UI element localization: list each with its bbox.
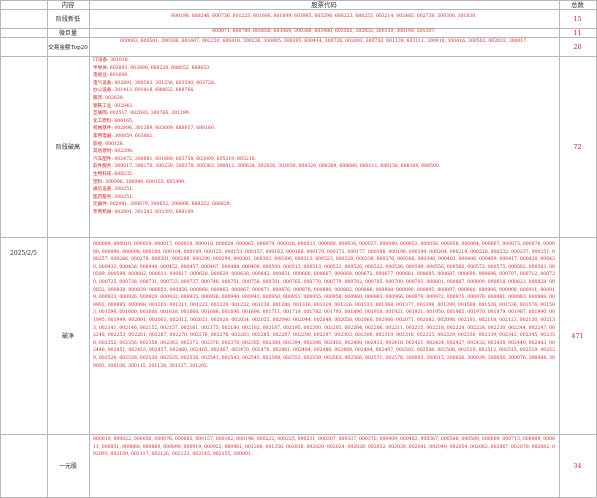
sector-line: 电视业: 601606. <box>93 73 129 79</box>
sector-line: 专用机械: 002891, 301242, 603393, 688100. <box>93 209 195 215</box>
sector-line: 服饰: 002630. <box>93 95 125 101</box>
row-label-one-yuan: 一元股 <box>58 463 77 470</box>
grid-line <box>89 0 90 498</box>
row-codes-stage-low: 600198, 600246, 600736, 601225, 601666, … <box>171 14 477 19</box>
row-label-stage-low: 阶段新低 <box>55 16 80 23</box>
row-codes-giant-volume: 600071, 600789, 603856, 603069, 300306, … <box>212 29 436 34</box>
sector-line: IT设备: 301018. <box>93 58 130 63</box>
sector-line: 化工原料: 600165. <box>93 118 134 124</box>
sector-line: 影视: 600128. <box>93 141 125 147</box>
row-total-giant-volume: 11 <box>573 28 582 37</box>
header-content: 内容 <box>61 1 75 9</box>
row-label-broken-net: 破净 <box>61 333 74 340</box>
row-sectors-stage-broken: IT设备: 301018. 半导体: 603893, 603890, 68822… <box>93 57 555 236</box>
sector-line: 元器件: 002981, 300679, 300652, 300866, 688… <box>93 202 232 208</box>
sector-line: 半导体: 603893, 603890, 688220, 688052, 688… <box>93 65 211 71</box>
sector-line: 互联网: 002517, 002693, 300766, 301299. <box>93 111 191 117</box>
header-total: 总数 <box>571 1 584 9</box>
codes-text: 000089, 000010, 000019, 000017, 000019, … <box>93 242 555 369</box>
row-total-stage-low: 15 <box>573 14 582 23</box>
sector-line: 其他建材: 002398. <box>93 149 134 155</box>
date-cell: 2025/2/5 <box>0 9 47 497</box>
sector-line: 机械基件: 002896, 301389, 603609, 688017, 68… <box>93 126 216 132</box>
header-stock-codes: 股票代码 <box>311 1 337 9</box>
sector-line: 办公设备: 301413, 601418, 688652, 688766. <box>93 88 195 94</box>
row-total-broken-net: 471 <box>571 331 584 340</box>
row-codes-top-amount: 600063, 600581, 300306, 603407, 002230, … <box>120 39 528 44</box>
data-table: 内容 股票代码 总数 2025/2/5 阶段新低 600198, 600246,… <box>0 0 597 498</box>
sector-line: 汽车配件: 002472, 300681, 601689, 603758, 60… <box>93 156 257 162</box>
row-total-stage-broken: 72 <box>573 142 582 151</box>
date-text: 2025/2/5 <box>10 249 37 257</box>
row-label-top-amount: 交易金额Top20 <box>48 44 88 51</box>
sector-line: 塑料: 300096, 300980, 600155, 605499. <box>93 179 186 185</box>
sector-line: 电气设备: 002891, 300583, 301236, 603590, 60… <box>93 80 216 86</box>
row-total-one-yuan: 34 <box>573 461 582 470</box>
sector-line: 通信设备: 300251. <box>93 187 134 193</box>
row-label-stage-broken: 阶段破高 <box>55 144 80 151</box>
row-label-giant-volume: 微巨量 <box>58 30 77 37</box>
row-codes-broken-net: 000089, 000010, 000019, 000017, 000019, … <box>93 241 555 433</box>
sector-line: 生物科技: 688235. <box>93 171 134 177</box>
codes-text: 000010, 000022, 000056, 000076, 000085, … <box>93 437 555 458</box>
sector-line: 钢铁工业: 002943. <box>93 103 134 109</box>
sector-line: 家用电器: 300859, 603061. <box>93 133 154 139</box>
row-total-top-amount: 20 <box>573 42 582 51</box>
row-codes-one-yuan: 000010, 000022, 000056, 000076, 000085, … <box>93 436 555 496</box>
sector-line: 软件服务: 300017, 300170, 300229, 300378, 30… <box>93 164 441 170</box>
sector-line: 医药服务: 300251. <box>93 194 134 200</box>
